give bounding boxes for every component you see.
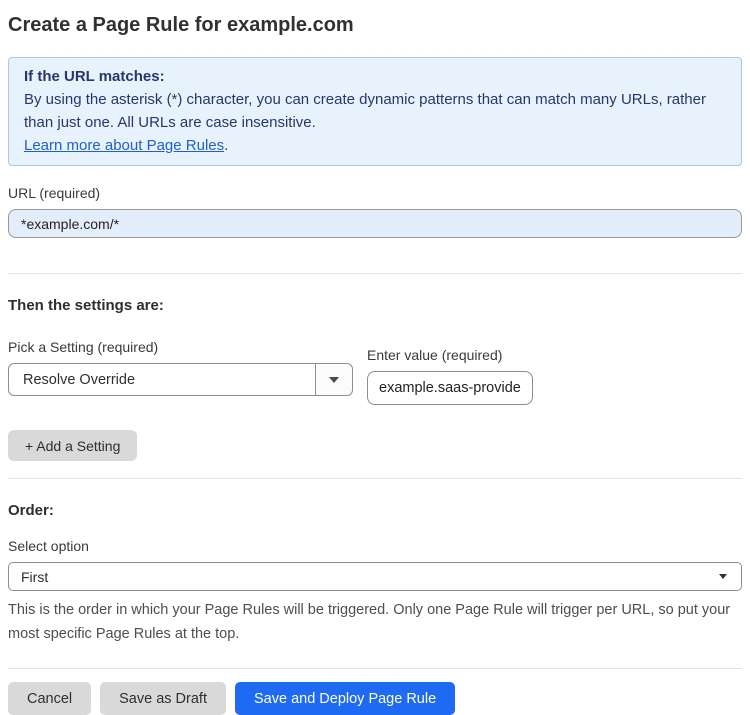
link-period: .: [224, 137, 229, 154]
pick-setting-label: Pick a Setting (required): [8, 339, 159, 355]
url-input[interactable]: [8, 209, 742, 238]
info-box-body: By using the asterisk (*) character, you…: [24, 91, 706, 131]
page-title: Create a Page Rule for example.com: [8, 14, 354, 36]
enter-value-label: Enter value (required): [367, 347, 503, 363]
setting-select-value: Resolve Override: [23, 371, 136, 388]
url-match-info-box: If the URL matches: By using the asteris…: [8, 57, 742, 166]
order-heading: Order:: [8, 502, 54, 519]
order-select-value: First: [21, 568, 49, 585]
setting-value-column: Enter value (required): [367, 339, 533, 405]
settings-row: Pick a Setting (required) Resolve Overri…: [8, 339, 742, 405]
order-select[interactable]: First: [8, 562, 742, 591]
cancel-button[interactable]: Cancel: [8, 682, 92, 715]
save-draft-button[interactable]: Save as Draft: [100, 682, 226, 715]
settings-heading: Then the settings are:: [8, 297, 164, 314]
page-rule-form: Create a Page Rule for example.com If th…: [0, 0, 750, 715]
info-box-heading: If the URL matches:: [24, 68, 165, 85]
save-deploy-button[interactable]: Save and Deploy Page Rule: [234, 682, 456, 715]
url-label: URL (required): [8, 185, 101, 201]
setting-picker-column: Pick a Setting (required) Resolve Overri…: [8, 339, 360, 396]
info-box-link-line: Learn more about Page Rules.: [24, 134, 726, 157]
footer-actions: Cancel Save as Draft Save and Deploy Pag…: [8, 682, 742, 715]
order-select-label: Select option: [8, 538, 89, 554]
learn-more-link[interactable]: Learn more about Page Rules: [24, 137, 224, 154]
setting-select[interactable]: Resolve Override: [8, 363, 353, 396]
order-help-text: This is the order in which your Page Rul…: [8, 602, 731, 642]
chevron-down-icon: [719, 574, 727, 579]
section-divider-bottom: [8, 668, 742, 669]
add-setting-button[interactable]: + Add a Setting: [8, 430, 138, 461]
setting-select-arrow-button[interactable]: [315, 364, 352, 395]
chevron-down-icon: [329, 376, 339, 383]
setting-value-input[interactable]: [367, 371, 533, 405]
